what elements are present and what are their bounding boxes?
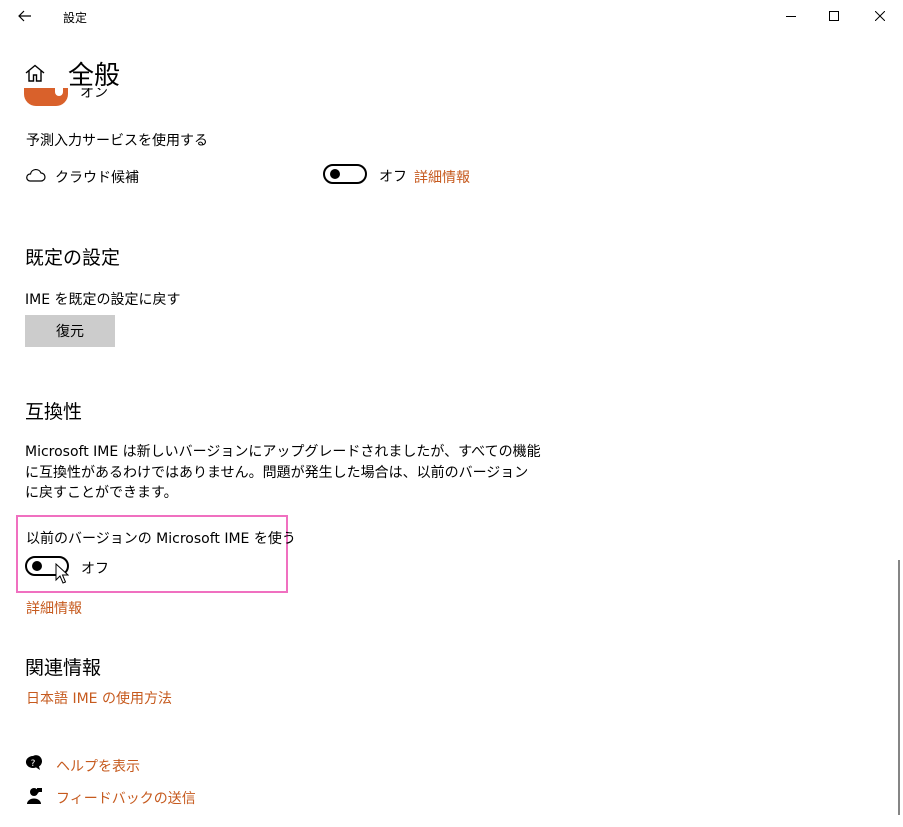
- cloud-details-link[interactable]: 詳細情報: [414, 167, 470, 187]
- ime-howto-link[interactable]: 日本語 IME の使用方法: [26, 688, 172, 708]
- cloud-candidate-toggle[interactable]: [323, 164, 367, 184]
- mouse-pointer-icon: [55, 563, 69, 584]
- defaults-heading: 既定の設定: [25, 247, 121, 269]
- home-icon: [25, 64, 45, 82]
- help-icon: ?: [25, 755, 43, 770]
- minimize-button[interactable]: [768, 0, 814, 32]
- back-button[interactable]: [8, 4, 42, 28]
- close-button[interactable]: [857, 0, 903, 32]
- page-title: 全般: [68, 61, 121, 91]
- svg-text:?: ?: [31, 759, 36, 769]
- cloud-toggle-state: オフ: [379, 169, 407, 185]
- legacy-ime-state: オフ: [81, 561, 109, 577]
- window-title: 設定: [63, 11, 88, 25]
- title-bar: 設定: [0, 0, 903, 32]
- legacy-ime-label: 以前のバージョンの Microsoft IME を使う: [26, 531, 296, 547]
- compat-description: Microsoft IME は新しいバージョンにアップグレードされましたが、すべ…: [25, 444, 541, 501]
- compat-details-link[interactable]: 詳細情報: [26, 598, 82, 618]
- close-icon: [875, 11, 885, 21]
- partial-on-toggle[interactable]: [24, 88, 70, 106]
- prediction-title: 予測入力サービスを使用する: [26, 133, 208, 149]
- defaults-label: IME を既定の設定に戻す: [25, 292, 181, 308]
- restore-button[interactable]: 復元: [25, 315, 115, 347]
- maximize-button[interactable]: [811, 0, 857, 32]
- related-heading: 関連情報: [25, 657, 102, 679]
- cloud-candidate-label: クラウド候補: [55, 170, 139, 186]
- cloud-icon: [26, 168, 46, 182]
- feedback-link[interactable]: フィードバックの送信: [56, 788, 196, 808]
- feedback-icon: [27, 788, 42, 804]
- scrollbar-thumb[interactable]: [898, 560, 900, 815]
- help-link[interactable]: ヘルプを表示: [56, 756, 140, 776]
- minimize-icon: [786, 16, 796, 17]
- back-arrow-icon: [18, 10, 31, 22]
- maximize-icon: [829, 11, 839, 21]
- partial-toggle-state: オン: [80, 88, 108, 101]
- compat-heading: 互換性: [25, 401, 83, 423]
- home-button[interactable]: [22, 60, 48, 86]
